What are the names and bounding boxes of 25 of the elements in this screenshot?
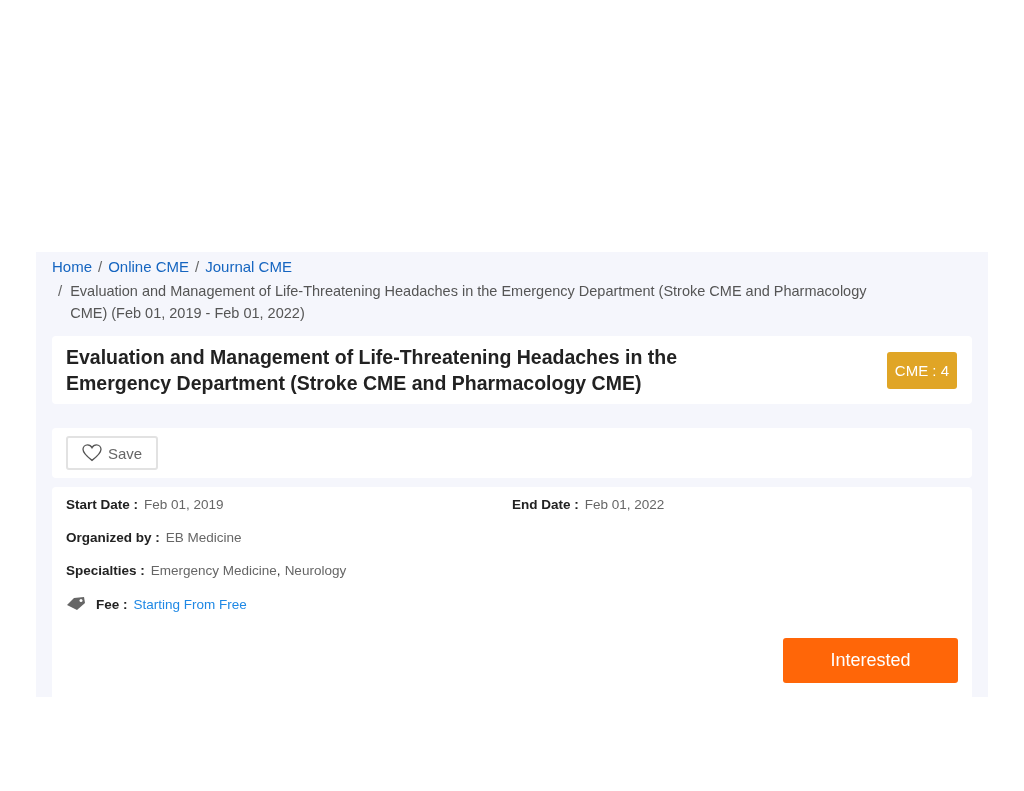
- breadcrumb-link[interactable]: Online CME: [108, 258, 190, 275]
- organizer-value: EB Medicine: [165, 530, 242, 545]
- comma: ,: [276, 563, 281, 578]
- breadcrumb-separator: /: [98, 258, 103, 275]
- breadcrumb-link[interactable]: Journal CME: [205, 258, 292, 275]
- organizer-label: Organized by :: [66, 530, 160, 545]
- breadcrumb-link[interactable]: Home: [52, 258, 92, 275]
- specialties-label: Specialties :: [66, 563, 145, 578]
- fee-label: Fee :: [96, 596, 128, 612]
- interested-button[interactable]: Interested: [783, 638, 958, 683]
- specialty-value: Neurology: [284, 563, 347, 578]
- start-date-value: Feb 01, 2019: [144, 497, 224, 512]
- breadcrumb-separator: /: [58, 281, 63, 301]
- course-title: Evaluation and Management of Life-Threatening Headaches in the Emergency Department (Stroke CME and Pharmacology CME): [66, 345, 679, 396]
- end-date-label: End Date :: [512, 497, 579, 512]
- start-date-label: Start Date :: [66, 497, 138, 512]
- breadcrumb-separator: /: [195, 258, 200, 275]
- heart-icon: [82, 444, 102, 462]
- save-button[interactable]: Save: [66, 436, 159, 470]
- breadcrumb-current: Evaluation and Management of Life-Threatening Headaches in the Emergency Department (Stroke CME and Pharmacology CME) (Feb 01, 2019 - Feb 01, 2022): [70, 282, 868, 323]
- price-tag-icon: [66, 596, 86, 612]
- fee-link[interactable]: Starting From Free: [133, 596, 247, 612]
- specialty-value: Emergency Medicine: [150, 563, 277, 578]
- end-date-value: Feb 01, 2022: [584, 497, 665, 512]
- cme-badge: CME : 4: [886, 351, 957, 389]
